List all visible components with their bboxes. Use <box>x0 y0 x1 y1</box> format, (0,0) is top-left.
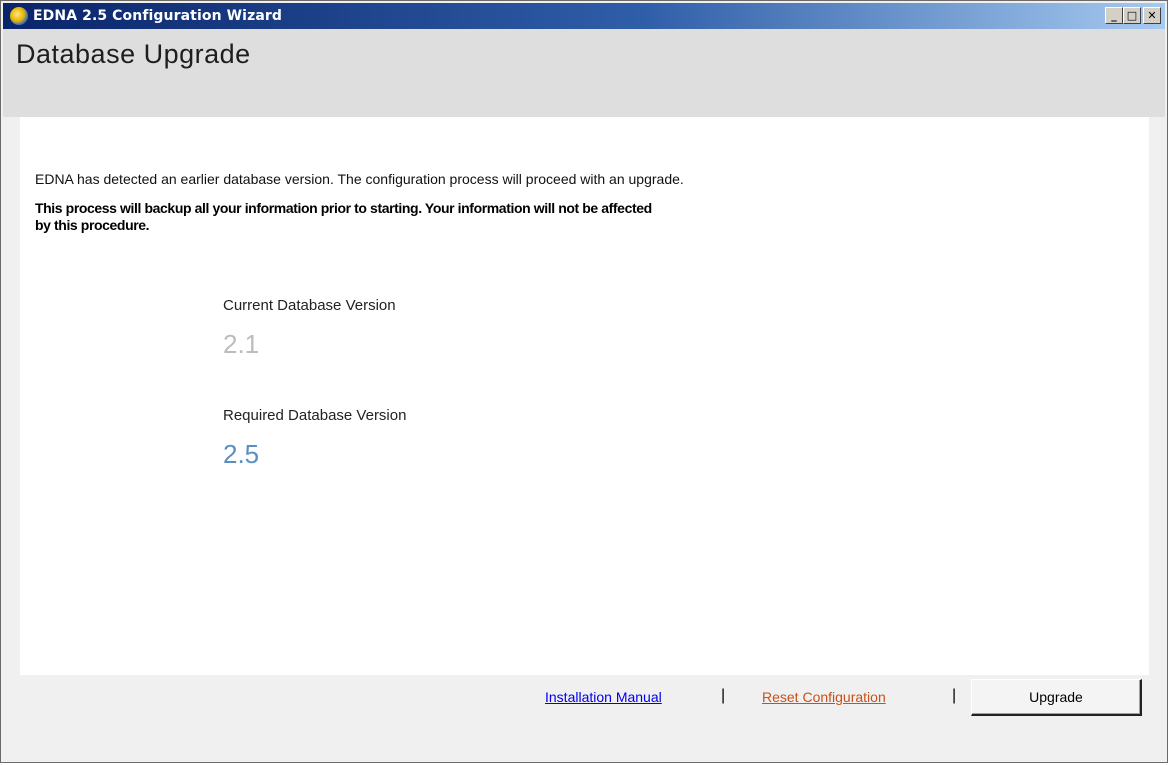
window-title: EDNA 2.5 Configuration Wizard <box>33 8 282 24</box>
globe-icon <box>9 6 29 26</box>
installation-manual-link[interactable]: Installation Manual <box>545 689 662 705</box>
backup-message: This process will backup all your inform… <box>35 200 652 233</box>
current-version-label: Current Database Version <box>223 297 396 314</box>
maximize-button[interactable]: □ <box>1123 7 1141 24</box>
content-panel: EDNA has detected an earlier database ve… <box>20 117 1149 675</box>
required-version-label: Required Database Version <box>223 407 407 424</box>
reset-configuration-link[interactable]: Reset Configuration <box>762 689 886 705</box>
title-bar[interactable]: EDNA 2.5 Configuration Wizard _ □ ✕ <box>3 3 1165 29</box>
footer-separator: | <box>952 687 957 704</box>
upgrade-button[interactable]: Upgrade <box>971 679 1142 716</box>
minimize-button[interactable]: _ <box>1105 7 1123 24</box>
close-button[interactable]: ✕ <box>1143 7 1161 24</box>
detect-message: EDNA has detected an earlier database ve… <box>35 171 684 187</box>
current-version-value: 2.1 <box>223 329 260 359</box>
page-title: Database Upgrade <box>16 39 251 69</box>
window-controls: _ □ ✕ <box>1105 7 1161 24</box>
configuration-wizard-window: EDNA 2.5 Configuration Wizard _ □ ✕ Data… <box>0 0 1168 763</box>
required-version-value: 2.5 <box>223 439 260 469</box>
footer-separator: | <box>721 687 726 704</box>
